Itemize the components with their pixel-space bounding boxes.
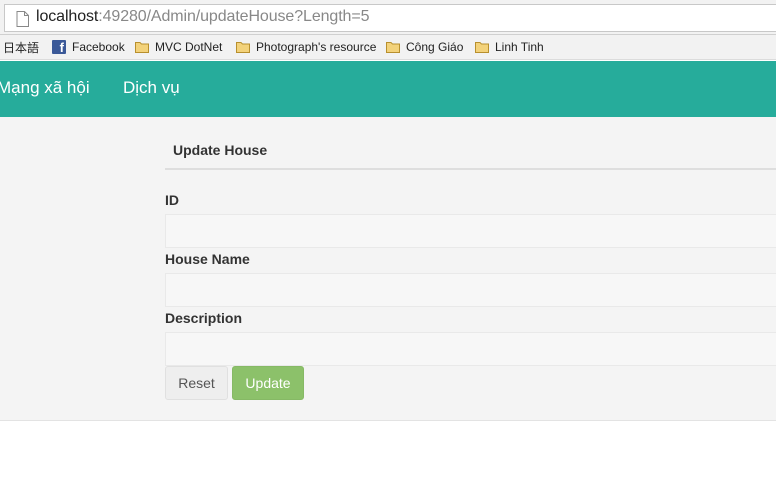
title-divider <box>165 168 776 170</box>
bookmark-cong-giao[interactable]: Công Giáo <box>386 38 463 56</box>
main-content: Update House ID House Name Description R… <box>0 117 776 421</box>
bookmark-label: Công Giáo <box>406 40 464 54</box>
bookmark-label: Photograph's resource <box>256 40 376 54</box>
site-navbar: Mạng xã hội Dịch vụ <box>0 61 776 117</box>
reset-button[interactable]: Reset <box>165 366 228 400</box>
form-title: Update House <box>173 142 268 158</box>
nav-link-social[interactable]: Mạng xã hội <box>0 78 90 98</box>
bookmarks-bar: 日本語 f Facebook MVC DotNet Photograph's r… <box>0 35 776 60</box>
description-field[interactable] <box>165 332 776 366</box>
folder-icon <box>236 42 250 53</box>
folder-icon <box>386 42 400 53</box>
house-name-field[interactable] <box>165 273 776 307</box>
bookmark-label: MVC DotNet <box>155 40 223 54</box>
id-label: ID <box>165 192 179 208</box>
bookmark-mvc-dotnet[interactable]: MVC DotNet <box>135 38 222 56</box>
id-field[interactable] <box>165 214 776 248</box>
url-host: localhost <box>36 8 99 25</box>
bookmark-label: Facebook <box>72 40 125 54</box>
description-label: Description <box>165 310 243 326</box>
house-name-label: House Name <box>165 251 250 267</box>
browser-address-bar: localhost:49280/Admin/updateHouse?Length… <box>0 0 776 35</box>
url-text: localhost:49280/Admin/updateHouse?Length… <box>36 8 370 26</box>
bookmark-linh-tinh[interactable]: Linh Tinh <box>475 38 544 56</box>
bookmark-facebook[interactable]: f Facebook <box>52 38 125 56</box>
bookmark-japanese[interactable]: 日本語 <box>3 38 39 56</box>
bookmark-label: 日本語 <box>3 40 40 55</box>
url-field[interactable]: localhost:49280/Admin/updateHouse?Length… <box>4 4 776 32</box>
page-icon <box>16 11 29 27</box>
bookmark-photograph[interactable]: Photograph's resource <box>236 38 376 56</box>
update-button[interactable]: Update <box>232 366 304 400</box>
nav-link-services[interactable]: Dịch vụ <box>123 78 180 98</box>
folder-icon <box>475 42 489 53</box>
folder-icon <box>135 42 149 53</box>
facebook-icon: f <box>52 40 66 55</box>
bookmark-label: Linh Tinh <box>495 40 544 54</box>
url-path: :49280/Admin/updateHouse?Length=5 <box>98 8 370 25</box>
